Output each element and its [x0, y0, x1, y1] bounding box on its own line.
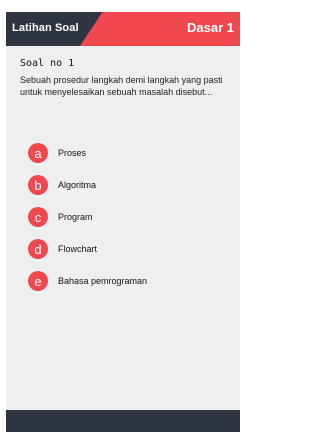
answer-options: a Proses b Algoritma c Program d Flowcha…: [28, 142, 228, 302]
quiz-screen: Latihan Soal Dasar 1 Soal no 1 Sebuah pr…: [6, 12, 240, 432]
option-label[interactable]: Bahasa pemrograman: [58, 276, 147, 286]
option-letter-badge[interactable]: d: [28, 239, 48, 259]
option-c[interactable]: c Program: [28, 206, 228, 228]
option-label[interactable]: Algoritma: [58, 180, 96, 190]
level-label: Dasar 1: [187, 20, 234, 35]
option-letter-badge[interactable]: a: [28, 143, 48, 163]
option-e[interactable]: e Bahasa pemrograman: [28, 270, 228, 292]
option-label[interactable]: Proses: [58, 148, 86, 158]
option-label[interactable]: Flowchart: [58, 244, 97, 254]
option-d[interactable]: d Flowchart: [28, 238, 228, 260]
footer-bar: [6, 410, 240, 432]
option-letter-badge[interactable]: c: [28, 207, 48, 227]
option-label[interactable]: Program: [58, 212, 93, 222]
option-letter-badge[interactable]: e: [28, 271, 48, 291]
option-b[interactable]: b Algoritma: [28, 174, 228, 196]
option-a[interactable]: a Proses: [28, 142, 228, 164]
header-bar: Latihan Soal Dasar 1: [6, 12, 240, 46]
page-title: Latihan Soal: [12, 22, 79, 34]
question-number: Soal no 1: [20, 58, 75, 69]
option-letter-badge[interactable]: b: [28, 175, 48, 195]
question-text: Sebuah prosedur langkah demi langkah yan…: [20, 75, 223, 97]
